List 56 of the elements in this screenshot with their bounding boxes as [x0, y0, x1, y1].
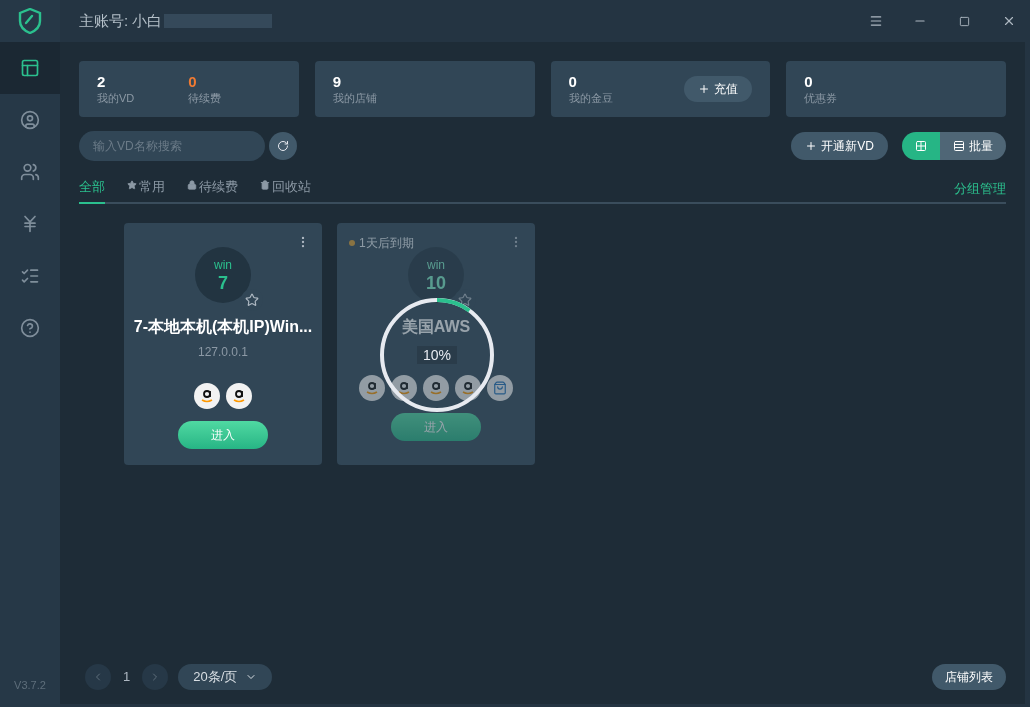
new-vd-button[interactable]: 开通新VD	[791, 132, 888, 160]
star-icon	[127, 180, 137, 190]
amazon-store-icon	[194, 383, 220, 409]
rows-icon	[953, 140, 965, 152]
close-icon[interactable]	[1002, 14, 1016, 28]
star-icon[interactable]	[245, 293, 259, 307]
stat-label: 优惠券	[804, 91, 838, 106]
menu-icon[interactable]	[869, 14, 883, 28]
shield-logo-icon	[18, 8, 42, 34]
stat-value: 9	[332, 72, 343, 92]
plus-icon	[698, 83, 711, 95]
amazon-store-icon	[455, 375, 481, 401]
page-size-select[interactable]: 20条/页	[178, 664, 273, 690]
stat-value: 0	[568, 72, 578, 92]
filter-tab[interactable]: 全部	[79, 177, 105, 204]
stat-value: 2	[97, 72, 107, 92]
progress-percent: 10%	[417, 346, 457, 364]
grid-icon	[915, 140, 927, 152]
vd-name: 7-本地本机(本机IP)Win...	[133, 317, 313, 337]
store-list-button[interactable]: 店铺列表	[932, 664, 1006, 690]
maximize-icon[interactable]	[959, 15, 970, 27]
filter-tab[interactable]: 常用	[127, 177, 165, 204]
version-label: V3.7.2	[14, 677, 46, 693]
group-manage-link[interactable]: 分组管理	[954, 175, 1006, 202]
star-icon[interactable]	[458, 293, 472, 307]
amazon-store-icon	[359, 375, 385, 401]
view-toggle[interactable]: 批量	[940, 132, 1006, 160]
stat-value: 0	[804, 72, 814, 92]
vd-ip: 127.0.0.1	[197, 344, 248, 361]
sidebar-item[interactable]	[0, 42, 60, 94]
stat-label: 待续费	[188, 91, 222, 106]
os-badge: win 7	[195, 247, 251, 303]
refresh-icon[interactable]	[269, 132, 297, 160]
stat-value: 0	[188, 72, 198, 92]
stat-label: 我的金豆	[568, 91, 613, 106]
stat-label: 我的店铺	[332, 91, 377, 106]
stat-label: 我的VD	[97, 91, 135, 106]
view-toggle[interactable]	[902, 132, 940, 160]
vd-name: 美国AWS	[401, 317, 471, 337]
users-nav-icon	[20, 162, 40, 182]
shop-icon	[487, 375, 513, 401]
amazon-store-icon	[226, 383, 252, 409]
page-number[interactable]: 1	[123, 667, 131, 687]
trash-icon	[260, 180, 270, 190]
account-title: 主账号: 小白	[79, 10, 163, 31]
user-nav-icon	[20, 110, 40, 130]
filter-tab[interactable]: 回收站	[260, 177, 311, 204]
list-nav-icon	[20, 266, 40, 286]
recharge-button[interactable]: 充值	[684, 76, 753, 102]
layout-nav-icon	[20, 58, 40, 78]
amazon-store-icon	[391, 375, 417, 401]
help-nav-icon	[20, 318, 40, 338]
lock-icon	[187, 180, 197, 190]
filter-tab[interactable]: 待续费	[187, 177, 238, 204]
amazon-store-icon	[423, 375, 449, 401]
plus-icon	[805, 140, 818, 152]
